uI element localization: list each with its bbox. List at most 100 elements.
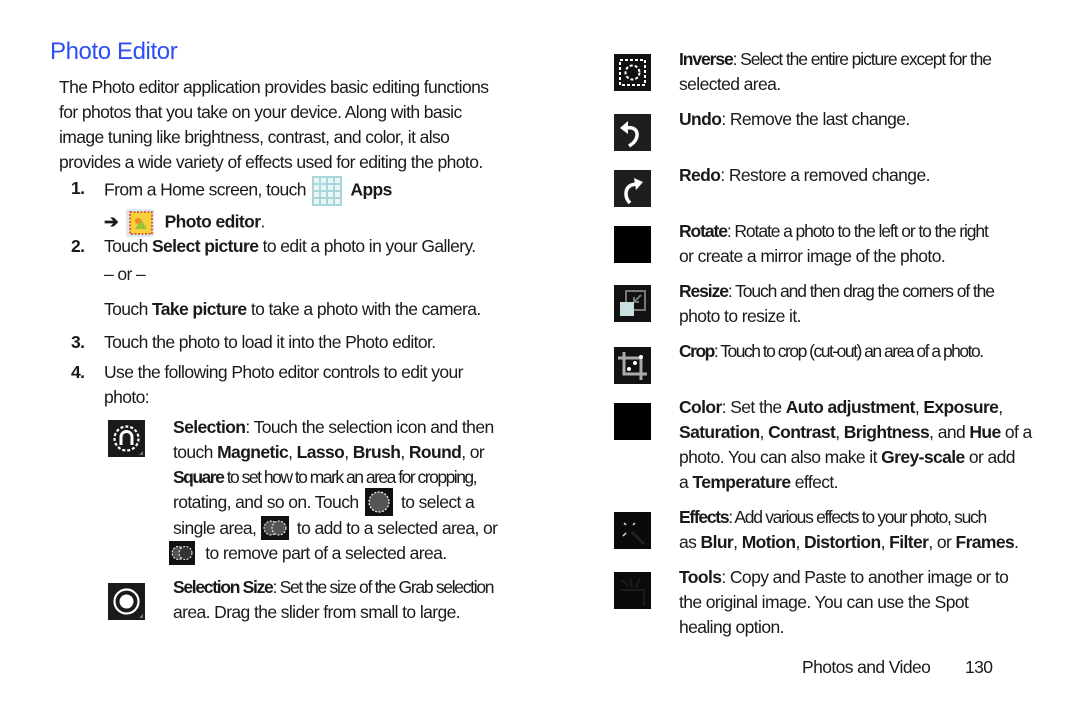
control-label: Inverse: [679, 49, 734, 69]
footer-section-title: Photos and Video: [802, 657, 931, 677]
punctuation: ,: [759, 422, 769, 442]
effects-icon: [614, 512, 651, 549]
add-area-icon: [260, 515, 289, 540]
intro-line: for photos that you take on your device.…: [59, 102, 462, 122]
punctuation: ,: [344, 442, 353, 462]
apps-label: Apps: [350, 179, 392, 200]
punctuation: , or: [928, 532, 956, 552]
control-desc: : Touch the selection icon and then: [245, 417, 494, 437]
punctuation: .: [260, 211, 265, 232]
control-desc: healing option.: [679, 617, 784, 637]
control-label: Selection Size: [173, 577, 274, 597]
control-label: Rotate: [679, 221, 728, 241]
step-text: From a Home screen, touch: [104, 179, 311, 200]
punctuation: ,: [733, 532, 742, 552]
step-number: 4.: [71, 362, 85, 382]
control-desc: : Touch to crop (cut-out) an area of a p…: [713, 341, 984, 361]
page-number: 130: [965, 657, 993, 677]
control-label: Selection: [173, 417, 246, 437]
step-text: Use the following Photo editor controls …: [104, 362, 463, 382]
punctuation: ,: [400, 442, 409, 462]
control-desc: single area,: [173, 517, 261, 538]
inverse-icon: [614, 54, 651, 91]
control-desc: : Set the size of the Grab selection: [272, 577, 494, 597]
photo-editor-app-icon: [126, 209, 155, 237]
control-desc: touch: [173, 442, 218, 462]
punctuation: ,: [288, 442, 297, 462]
control-desc: : Rotate a photo to the left or to the r…: [726, 221, 989, 241]
control-label: Color: [679, 397, 722, 417]
step-number: 2.: [71, 236, 85, 256]
control-desc: : Remove the last change.: [721, 109, 910, 129]
option-frames: Frames: [955, 532, 1015, 552]
punctuation: ,: [998, 397, 1003, 417]
control-desc: effect.: [790, 472, 839, 492]
control-desc: : Add various effects to your photo, suc…: [728, 507, 987, 527]
option-distortion: Distortion: [803, 532, 881, 552]
crop-icon: [614, 347, 651, 384]
rotate-icon: [614, 226, 651, 263]
remove-area-icon: [169, 540, 195, 565]
step-text: Touch: [104, 236, 152, 256]
option-temperature: Temperature: [692, 472, 791, 492]
option-contrast: Contrast: [768, 422, 836, 442]
control-desc: to set how to mark an area for cropping,: [223, 467, 478, 487]
punctuation: ,: [795, 532, 804, 552]
intro-paragraph: The Photo editor application provides ba…: [59, 75, 519, 175]
or-separator: – or –: [104, 264, 146, 284]
photo-editor-label: Photo editor: [164, 211, 261, 232]
option-exposure: Exposure: [923, 397, 999, 417]
option-magnetic: Magnetic: [217, 442, 289, 462]
redo-icon: [614, 170, 651, 207]
option-brush: Brush: [352, 442, 401, 462]
intro-line: The Photo editor application provides ba…: [59, 77, 489, 97]
control-label: Tools: [679, 567, 722, 587]
control-desc: to select a: [396, 492, 475, 512]
control-desc: selected area.: [679, 74, 781, 94]
control-desc: or create a mirror image of the photo.: [679, 246, 946, 266]
step-text: Touch: [104, 299, 152, 319]
step-text: to edit a photo in your Gallery.: [258, 236, 477, 256]
option-hue: Hue: [969, 422, 1001, 442]
control-desc: to add to a selected area, or: [292, 517, 498, 538]
control-desc: photo. You can also make it: [679, 447, 882, 467]
tools-icon: [614, 572, 651, 609]
punctuation: ,: [880, 532, 890, 552]
control-desc: a: [679, 472, 693, 492]
intro-line: image tuning like brightness, contrast, …: [59, 127, 450, 147]
undo-icon: [614, 114, 651, 151]
step-text: to take a photo with the camera.: [246, 299, 481, 319]
control-label: Redo: [679, 165, 721, 185]
select-picture-label: Select picture: [151, 236, 259, 256]
step-text: photo:: [104, 387, 150, 407]
punctuation: .: [1014, 532, 1019, 552]
control-label: Resize: [679, 281, 729, 301]
resize-icon: [614, 285, 651, 322]
control-label: Crop: [679, 341, 715, 361]
option-round: Round: [408, 442, 462, 462]
punctuation: , or: [461, 442, 485, 462]
single-area-icon: [364, 487, 393, 516]
step-number: 1.: [71, 178, 85, 198]
option-auto-adjustment: Auto adjustment: [785, 397, 916, 417]
control-desc: or add: [964, 447, 1016, 467]
step-text: Touch the photo to load it into the Phot…: [104, 332, 436, 352]
arrow-glyph: ➔: [104, 211, 119, 232]
option-motion: Motion: [741, 532, 796, 552]
control-desc: to remove part of a selected area.: [201, 542, 447, 563]
punctuation: , and: [929, 422, 970, 442]
page-title: Photo Editor: [50, 38, 178, 65]
control-desc: : Set the: [721, 397, 786, 417]
apps-grid-icon: [312, 176, 343, 206]
option-filter: Filter: [889, 532, 929, 552]
selection-size-icon: [108, 583, 145, 620]
take-picture-label: Take picture: [151, 299, 247, 319]
option-square: Square: [173, 467, 225, 487]
control-desc: of a: [1000, 422, 1032, 442]
option-grey-scale: Grey-scale: [881, 447, 965, 467]
step-number: 3.: [71, 332, 85, 352]
punctuation: ,: [835, 422, 844, 442]
control-desc: photo to resize it.: [679, 306, 801, 326]
option-lasso: Lasso: [296, 442, 345, 462]
control-desc: : Touch and then drag the corners of the: [727, 281, 995, 301]
